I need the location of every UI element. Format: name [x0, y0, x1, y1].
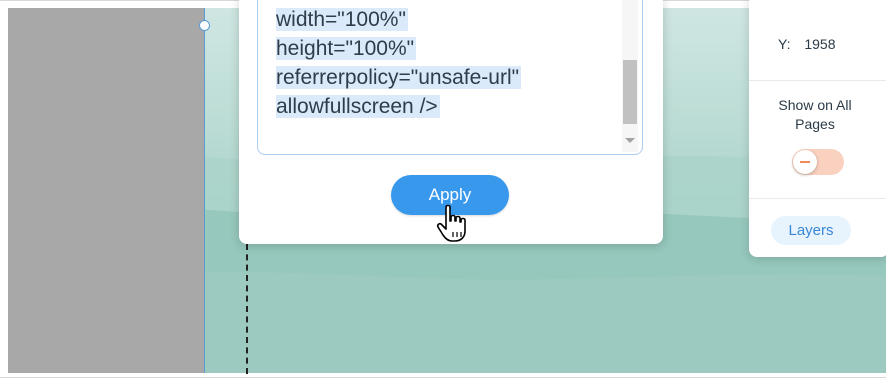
gray-page-column	[8, 8, 204, 373]
scrollbar-thumb[interactable]	[623, 60, 637, 124]
y-label: Y:	[778, 36, 791, 52]
y-value: 1958	[804, 36, 836, 52]
show-on-all-pages-label: Show on All Pages	[778, 97, 852, 132]
code-line: height="100%"	[276, 37, 417, 60]
divider	[749, 198, 886, 199]
layers-button[interactable]: Layers	[771, 216, 851, 245]
code-line: width="100%"	[276, 8, 408, 31]
hand-pointer-icon	[436, 204, 466, 242]
y-position-field[interactable]: Y: 1958	[778, 36, 836, 52]
show-on-all-pages-toggle[interactable]	[792, 149, 844, 175]
embed-code-textarea[interactable]: width="100%" height="100%" referrerpolic…	[257, 0, 643, 155]
divider	[749, 80, 886, 81]
selection-guide-line	[204, 8, 205, 373]
scroll-down-arrow-icon[interactable]	[625, 138, 635, 143]
embed-code-content: width="100%" height="100%" referrerpolic…	[276, 5, 522, 121]
code-line: allowfullscreen />	[276, 95, 440, 118]
toggle-knob	[793, 150, 817, 174]
code-line: referrerpolicy="unsafe-url"	[276, 66, 522, 89]
dashed-guide-line	[246, 244, 248, 374]
element-settings-panel: Y: 1958 Show on All Pages Layers	[749, 0, 886, 257]
textarea-scrollbar[interactable]	[622, 0, 638, 152]
minus-icon	[800, 161, 810, 163]
resize-handle[interactable]	[199, 20, 210, 31]
